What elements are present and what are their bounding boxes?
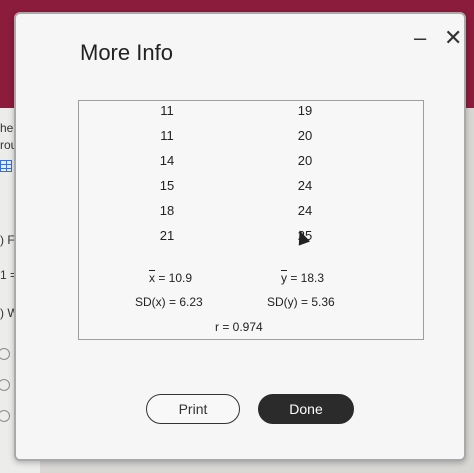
x-mean-value: = 10.9 — [155, 271, 193, 285]
sd-y: SD(y) = 5.36 — [267, 295, 335, 309]
x-value: 18 — [159, 203, 175, 218]
dialog-title: More Info — [80, 40, 173, 65]
y-mean-value: = 18.3 — [287, 271, 325, 285]
y-value: 20 — [297, 128, 313, 143]
x-value: 11 — [160, 103, 174, 118]
background-text: he — [0, 121, 14, 135]
close-button[interactable]: ✕ — [444, 26, 462, 50]
sd-x: SD(x) = 6.23 — [135, 295, 203, 309]
y-value: 24 — [297, 203, 313, 218]
y-value: 20 — [297, 153, 313, 168]
minimize-button[interactable]: – — [414, 26, 426, 50]
correlation-r: r = 0.974 — [215, 320, 263, 334]
x-value: 21 — [159, 228, 175, 243]
x-value: 15 — [159, 178, 175, 193]
data-panel: 11 11 14 15 18 21 19 20 20 24 24 25 x = … — [78, 100, 424, 340]
y-value: 19 — [297, 103, 313, 118]
done-button[interactable]: Done — [258, 394, 354, 424]
y-value: 24 — [297, 178, 313, 193]
data-table-icon[interactable] — [0, 160, 12, 172]
more-info-dialog: More Info – ✕ 11 11 14 15 18 21 19 20 20… — [14, 12, 466, 461]
x-value: 11 — [160, 128, 174, 143]
x-mean: x = 10.9 — [149, 271, 192, 285]
x-value: 14 — [159, 153, 175, 168]
print-button[interactable]: Print — [146, 394, 240, 424]
y-mean: y = 18.3 — [281, 271, 324, 285]
